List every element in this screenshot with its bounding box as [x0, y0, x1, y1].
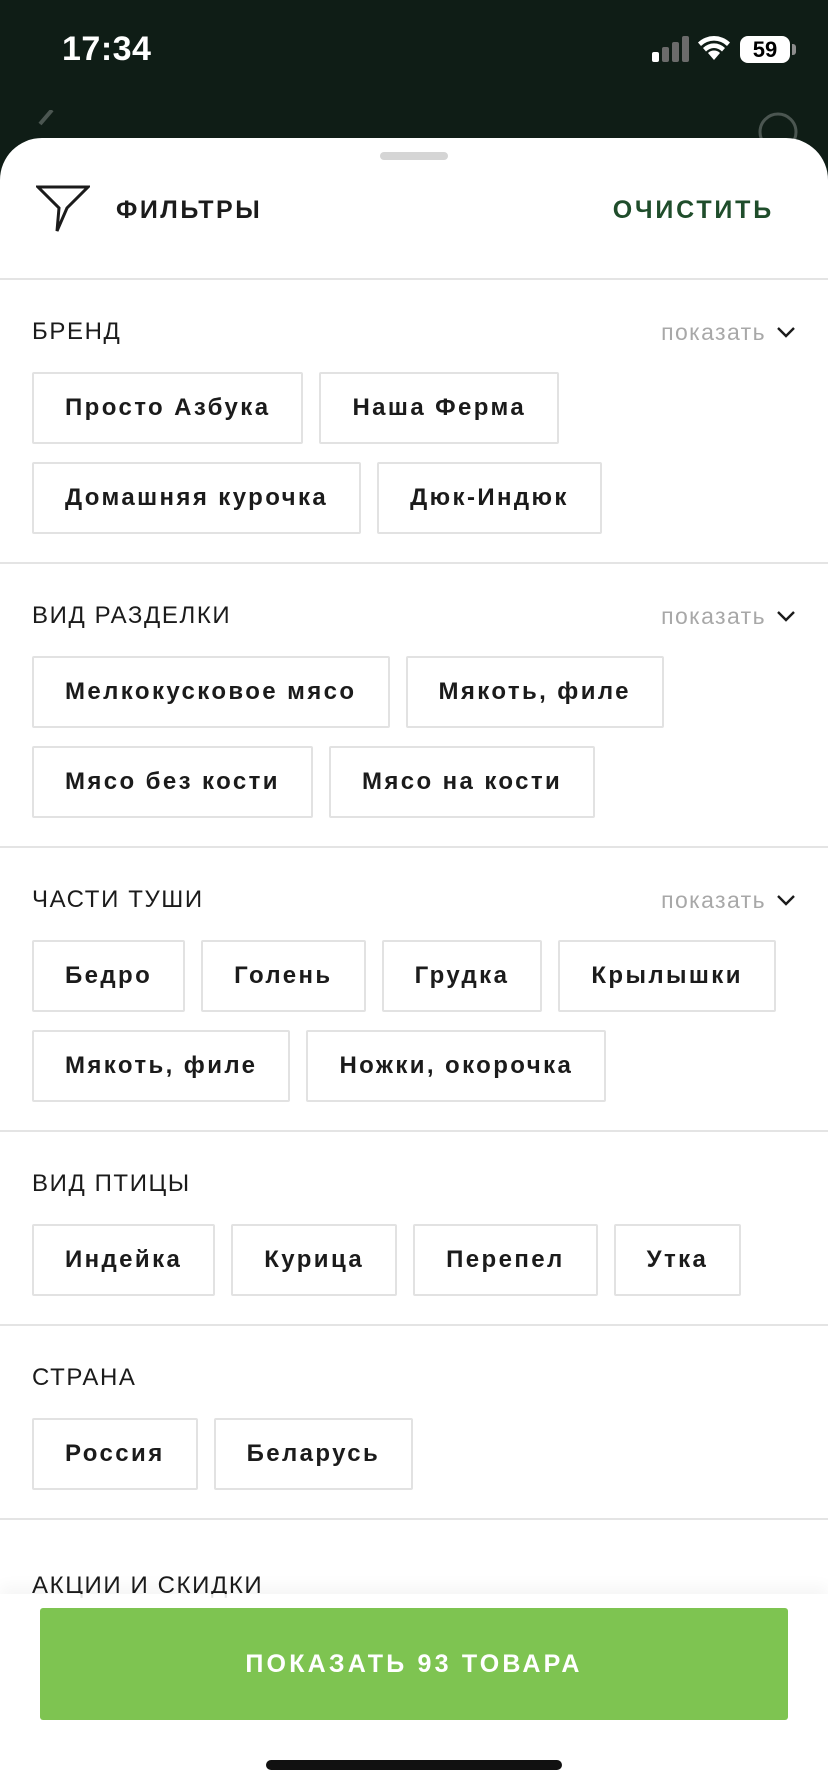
show-more-label: показать [661, 318, 766, 345]
chevron-down-icon [777, 611, 795, 622]
chip-bird-quail[interactable]: Перепел [413, 1224, 598, 1296]
sheet-footer: ПОКАЗАТЬ 93 ТОВАРА [0, 1594, 828, 1792]
cellular-signal-icon [652, 36, 689, 62]
chip-group: Мелкокусковое мясо Мякоть, филе Мясо без… [32, 656, 782, 818]
chip-group: Индейка Курица Перепел Утка [32, 1224, 782, 1296]
status-time: 17:34 [62, 30, 152, 68]
chevron-down-icon [777, 895, 795, 906]
chip-part-breast[interactable]: Грудка [381, 940, 543, 1012]
section-header: БРЕНД показать [32, 312, 796, 352]
sheet-header: ФИЛЬТРЫ ОЧИСТИТЬ [0, 138, 828, 280]
section-title: ВИД ПТИЦЫ [32, 1170, 191, 1197]
chip-country-russia[interactable]: Россия [32, 1418, 198, 1490]
chip-cut-bone-in[interactable]: Мясо на кости [328, 746, 596, 818]
section-header: СТРАНА [32, 1358, 796, 1398]
battery-indicator: 59 [740, 36, 790, 63]
chip-part-drumstick[interactable]: Голень [201, 940, 366, 1012]
section-title: ВИД РАЗДЕЛКИ [32, 602, 232, 629]
status-bar: 17:34 59 [0, 0, 828, 100]
home-indicator [266, 1760, 562, 1770]
show-more-label: показать [661, 602, 766, 629]
battery-level: 59 [752, 36, 778, 62]
chip-brand-dyuk-indyuk[interactable]: Дюк-Индюк [377, 462, 602, 534]
section-header: ЧАСТИ ТУШИ показать [32, 880, 796, 920]
clear-filters-button[interactable]: ОЧИСТИТЬ [613, 196, 774, 225]
chip-cut-boneless[interactable]: Мясо без кости [32, 746, 313, 818]
chip-part-wings[interactable]: Крылышки [558, 940, 776, 1012]
filters-sheet: ФИЛЬТРЫ ОЧИСТИТЬ БРЕНД показать Просто А… [0, 138, 828, 1792]
chip-bird-turkey[interactable]: Индейка [32, 1224, 216, 1296]
chip-cut-small-pieces[interactable]: Мелкокусковое мясо [32, 656, 390, 728]
show-more-toggle[interactable]: показать [661, 596, 796, 636]
chip-bird-duck[interactable]: Утка [613, 1224, 742, 1296]
chip-part-legs[interactable]: Ножки, окорочка [306, 1030, 607, 1102]
chip-brand-nasha-ferma[interactable]: Наша Ферма [319, 372, 560, 444]
section-country: СТРАНА Россия Беларусь [0, 1326, 828, 1520]
chip-part-fillet[interactable]: Мякоть, филе [32, 1030, 291, 1102]
section-title: БРЕНД [32, 318, 122, 345]
chip-group: Просто Азбука Наша Ферма Домашняя курочк… [32, 372, 782, 534]
section-title: СТРАНА [32, 1364, 137, 1391]
chip-country-belarus[interactable]: Беларусь [213, 1418, 414, 1490]
section-carcass-parts: ЧАСТИ ТУШИ показать Бедро Голень Грудка … [0, 848, 828, 1132]
show-more-label: показать [661, 886, 766, 913]
filter-sections: БРЕНД показать Просто Азбука Наша Ферма … [0, 280, 828, 1520]
section-title: ЧАСТИ ТУШИ [32, 886, 204, 913]
section-header: ВИД РАЗДЕЛКИ показать [32, 596, 796, 636]
battery-cap [792, 44, 796, 55]
wifi-icon [698, 36, 730, 60]
chip-brand-prosto-azbuka[interactable]: Просто Азбука [32, 372, 304, 444]
chip-part-thigh[interactable]: Бедро [32, 940, 186, 1012]
section-cut-type: ВИД РАЗДЕЛКИ показать Мелкокусковое мясо… [0, 564, 828, 848]
chip-cut-fillet[interactable]: Мякоть, филе [405, 656, 664, 728]
show-results-button[interactable]: ПОКАЗАТЬ 93 ТОВАРА [40, 1608, 788, 1720]
chip-group: Бедро Голень Грудка Крылышки Мякоть, фил… [32, 940, 782, 1102]
funnel-icon [36, 185, 90, 232]
section-bird-type: ВИД ПТИЦЫ Индейка Курица Перепел Утка [0, 1132, 828, 1326]
sheet-title: ФИЛЬТРЫ [116, 196, 263, 224]
section-brand: БРЕНД показать Просто Азбука Наша Ферма … [0, 280, 828, 564]
show-more-toggle[interactable]: показать [661, 312, 796, 352]
show-more-toggle[interactable]: показать [661, 880, 796, 920]
chip-group: Россия Беларусь [32, 1418, 782, 1490]
chevron-down-icon [777, 327, 795, 338]
section-header: ВИД ПТИЦЫ [32, 1164, 796, 1204]
chip-bird-chicken[interactable]: Курица [231, 1224, 398, 1296]
chip-brand-domashnyaya-kurochka[interactable]: Домашняя курочка [32, 462, 362, 534]
